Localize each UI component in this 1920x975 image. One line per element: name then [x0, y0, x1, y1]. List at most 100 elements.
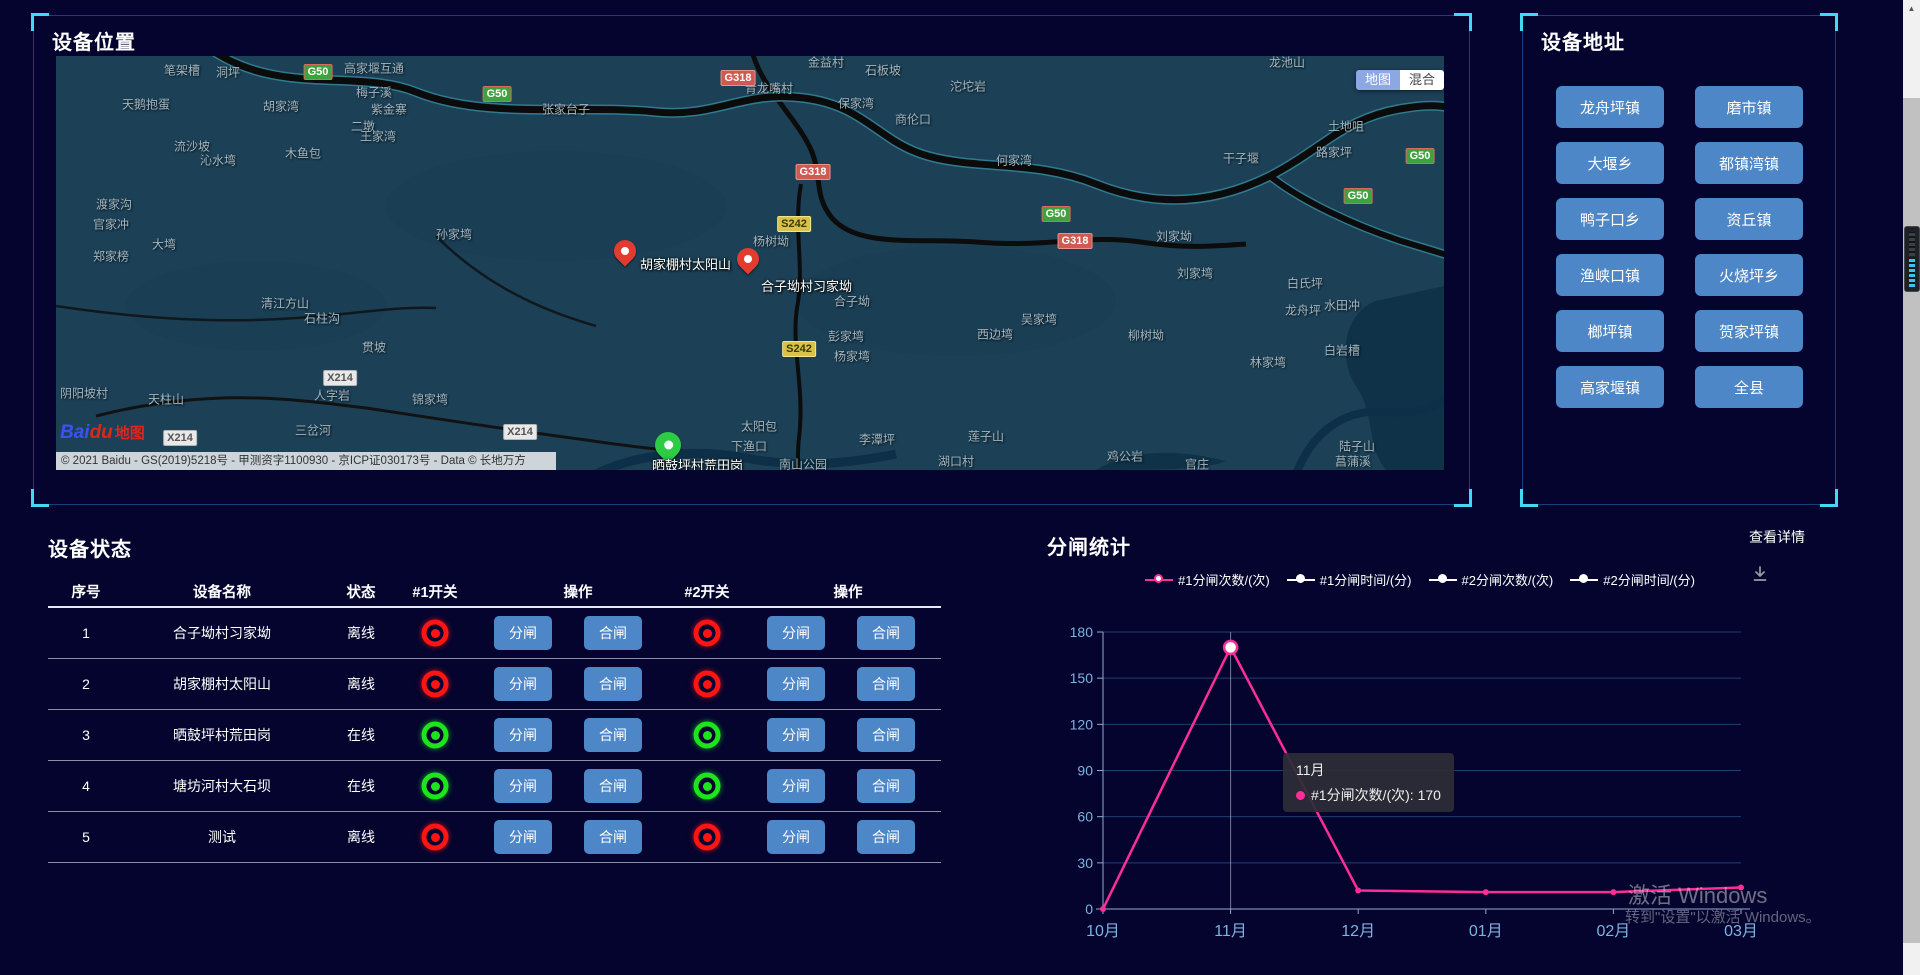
baidu-logo-bai: Bai — [60, 422, 90, 443]
map-place-label: 孙家塆 — [436, 226, 472, 243]
road-badge-g50: G50 — [483, 86, 512, 102]
legend-item[interactable]: #1分闸时间/(分) — [1287, 570, 1412, 589]
switch1-close-button[interactable]: 合闸 — [584, 718, 642, 752]
address-button[interactable]: 高家堰镇 — [1556, 366, 1664, 408]
row-index: 1 — [82, 625, 90, 641]
switch1-indicator-green — [422, 773, 449, 800]
indicator-dot — [703, 833, 712, 842]
map-place-label: 湖口村 — [938, 453, 974, 470]
indicator-dot — [431, 731, 440, 740]
map-type-map-button[interactable]: 地图 — [1356, 70, 1400, 90]
address-button[interactable]: 渔峡口镇 — [1556, 254, 1664, 296]
legend-item[interactable]: #1分闸次数/(次) — [1145, 570, 1270, 589]
switch2-close-button[interactable]: 合闸 — [857, 667, 915, 701]
tooltip-series-dot — [1296, 791, 1305, 800]
switch1-open-button[interactable]: 分闸 — [494, 718, 552, 752]
download-icon[interactable] — [1751, 565, 1769, 588]
switch2-close-button[interactable]: 合闸 — [857, 616, 915, 650]
legend-circle — [1438, 574, 1447, 583]
switch2-open-button[interactable]: 分闸 — [767, 667, 825, 701]
corner-decor — [1820, 13, 1838, 31]
indicator-dot — [703, 680, 712, 689]
map-place-label: 金益村 — [808, 56, 844, 71]
address-button[interactable]: 鸭子口乡 — [1556, 198, 1664, 240]
view-details-link[interactable]: 查看详情 — [1749, 527, 1805, 547]
table-column-header: 状态 — [347, 581, 376, 602]
switch1-close-button[interactable]: 合闸 — [584, 820, 642, 854]
chart-legend: #1分闸次数/(次) #1分闸时间/(分) #2分闸次数/(次) #2分闸时间/(分) — [1100, 570, 1740, 589]
legend-marker — [1287, 574, 1315, 585]
tooltip-month: 11月 — [1296, 760, 1441, 780]
map-place-label: 天柱山 — [148, 391, 184, 408]
address-button[interactable]: 龙舟坪镇 — [1556, 86, 1664, 128]
corner-decor — [31, 489, 49, 507]
corner-decor — [31, 13, 49, 31]
legend-circle — [1296, 574, 1305, 583]
switch2-open-button[interactable]: 分闸 — [767, 820, 825, 854]
device-location-panel: 设备位置 笔架槽洞坪天鹅抱蛋胡家湾高家堰互通梅子溪紫金寨二墩张家台子金益村石板坡… — [33, 15, 1470, 505]
indicator-dot — [431, 782, 440, 791]
address-button[interactable]: 火烧坪乡 — [1695, 254, 1803, 296]
scrollbar-up-arrow[interactable]: ▲ — [1903, 0, 1920, 17]
switch1-close-button[interactable]: 合闸 — [584, 616, 642, 650]
legend-circle — [1154, 574, 1163, 583]
map-place-label: 锦家塆 — [412, 391, 448, 408]
table-column-header: 操作 — [834, 581, 863, 602]
switch1-indicator-red — [422, 671, 449, 698]
switch1-close-button[interactable]: 合闸 — [584, 769, 642, 803]
address-button[interactable]: 都镇湾镇 — [1695, 142, 1803, 184]
switch1-open-button[interactable]: 分闸 — [494, 769, 552, 803]
switch2-close-button[interactable]: 合闸 — [857, 769, 915, 803]
switch2-close-button[interactable]: 合闸 — [857, 820, 915, 854]
table-column-header: #1开关 — [412, 581, 457, 602]
map-place-label: 王家湾 — [360, 128, 396, 145]
map-place-label: 洞坪 — [216, 64, 240, 81]
address-button[interactable]: 磨市镇 — [1695, 86, 1803, 128]
scrollbar-thumb[interactable] — [1903, 98, 1920, 943]
device-address-panel: 设备地址 龙舟坪镇磨市镇大堰乡都镇湾镇鸭子口乡资丘镇渔峡口镇火烧坪乡榔坪镇贺家坪… — [1522, 15, 1836, 505]
map-marker-label: 胡家棚村太阳山 — [640, 254, 731, 273]
switch2-open-button[interactable]: 分闸 — [767, 769, 825, 803]
map-marker-label: 晒鼓坪村荒田岗 — [652, 455, 743, 470]
page-scrollbar[interactable]: ▲ — [1903, 0, 1920, 975]
device-address-title: 设备地址 — [1541, 26, 1625, 55]
road-badge-x214: X214 — [163, 430, 197, 446]
address-button[interactable]: 贺家坪镇 — [1695, 310, 1803, 352]
switch2-close-button[interactable]: 合闸 — [857, 718, 915, 752]
address-button[interactable]: 榔坪镇 — [1556, 310, 1664, 352]
switch2-open-button[interactable]: 分闸 — [767, 616, 825, 650]
switch1-open-button[interactable]: 分闸 — [494, 820, 552, 854]
map-place-label: 天鹅抱蛋 — [122, 96, 170, 113]
switch2-indicator-green — [694, 722, 721, 749]
row-device-name: 塘坊河村大石坝 — [173, 776, 271, 796]
row-status: 离线 — [347, 827, 375, 847]
legend-item[interactable]: #2分闸次数/(次) — [1429, 570, 1554, 589]
map-type-mixed-button[interactable]: 混合 — [1400, 70, 1444, 90]
map-place-label: 莲子山 — [968, 428, 1004, 445]
address-button[interactable]: 全县 — [1695, 366, 1803, 408]
switch1-open-button[interactable]: 分闸 — [494, 667, 552, 701]
switch1-open-button[interactable]: 分闸 — [494, 616, 552, 650]
address-button-grid: 龙舟坪镇磨市镇大堰乡都镇湾镇鸭子口乡资丘镇渔峡口镇火烧坪乡榔坪镇贺家坪镇高家堰镇… — [1556, 86, 1803, 408]
address-button[interactable]: 资丘镇 — [1695, 198, 1803, 240]
row-device-name: 合子坳村习家坳 — [173, 623, 271, 643]
map-place-label: 高家堰互通 — [344, 60, 404, 77]
legend-label: #1分闸次数/(次) — [1178, 570, 1270, 589]
row-device-name: 晒鼓坪村荒田岗 — [173, 725, 271, 745]
volume-osd-overlay — [1904, 226, 1920, 292]
map-place-label: 梅子溪 — [356, 84, 392, 101]
indicator-dot — [703, 629, 712, 638]
row-device-name: 胡家棚村太阳山 — [173, 674, 271, 694]
legend-label: #1分闸时间/(分) — [1320, 570, 1412, 589]
address-button[interactable]: 大堰乡 — [1556, 142, 1664, 184]
map-marker-label: 合子坳村习家坳 — [761, 276, 852, 295]
device-status-title: 设备状态 — [48, 533, 132, 562]
switch1-close-button[interactable]: 合闸 — [584, 667, 642, 701]
legend-item[interactable]: #2分闸时间/(分) — [1570, 570, 1695, 589]
baidu-map[interactable]: 笔架槽洞坪天鹅抱蛋胡家湾高家堰互通梅子溪紫金寨二墩张家台子金益村石板坡青龙嘴村保… — [56, 56, 1444, 470]
osd-bar-active — [1909, 258, 1915, 287]
map-place-label: 清江方山 — [261, 295, 309, 312]
switch2-open-button[interactable]: 分闸 — [767, 718, 825, 752]
corner-decor — [1454, 489, 1472, 507]
road-badge-g318: G318 — [796, 164, 831, 180]
